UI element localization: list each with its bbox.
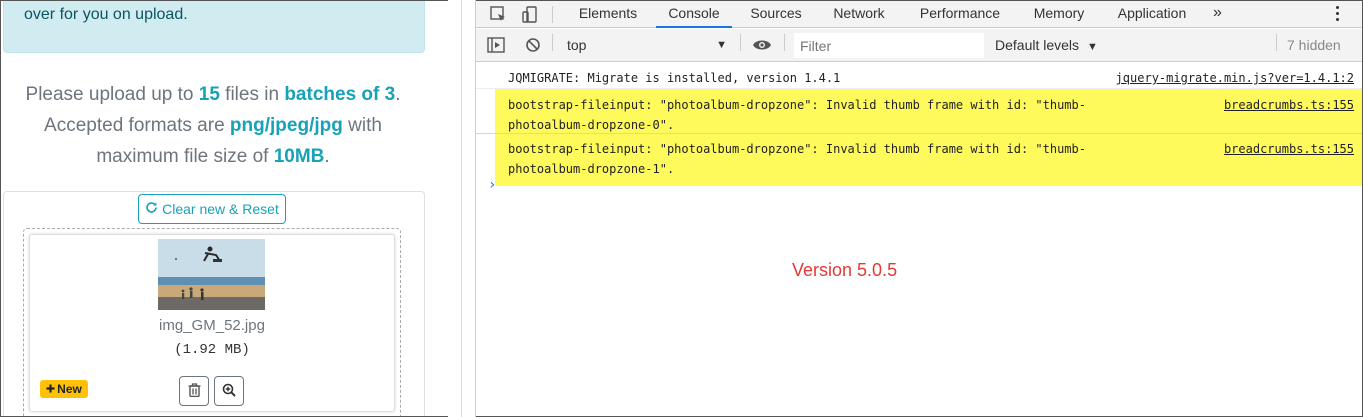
- console-filter-input[interactable]: [794, 33, 984, 58]
- console-message-source-link[interactable]: breadcrumbs.ts:155: [1224, 95, 1354, 115]
- upload-line-1-mid: files in: [219, 84, 285, 105]
- batch-size-text: batches of 3: [284, 84, 396, 105]
- hidden-messages-count: 7 hidden: [1287, 37, 1341, 53]
- upload-line-1-prefix: Please upload up to: [25, 84, 199, 105]
- tab-console[interactable]: Console: [656, 1, 732, 28]
- upload-line-2-end: with: [342, 115, 382, 136]
- console-prompt[interactable]: ›: [476, 177, 1362, 197]
- upload-line-1-end: .: [395, 84, 401, 105]
- upload-line-2: Accepted formats are png/jpeg/jpg with: [1, 110, 425, 141]
- thumbnail-file-size: (1.92 MB): [174, 342, 250, 358]
- clear-reset-label: Clear new & Reset: [162, 201, 279, 217]
- gutter-divider: [461, 0, 462, 417]
- info-alert-text: over for you on upload.: [24, 6, 188, 23]
- upload-page-panel: over for you on upload. Please upload up…: [0, 0, 448, 417]
- page-scroll-gutter: [448, 0, 476, 417]
- toolbar-separator: [1276, 34, 1277, 51]
- delete-file-button[interactable]: [179, 376, 209, 406]
- thumbnail-file-name: img_GM_52.jpg: [159, 317, 265, 334]
- toolbar-separator: [784, 34, 785, 51]
- console-message-source-link[interactable]: breadcrumbs.ts:155: [1224, 139, 1354, 159]
- tab-bar-separator: [552, 6, 553, 23]
- live-expression-eye-icon[interactable]: [752, 35, 772, 55]
- device-toolbar-icon[interactable]: [520, 4, 540, 24]
- upload-line-3: maximum file size of 10MB.: [1, 141, 425, 172]
- tab-network[interactable]: Network: [822, 1, 896, 28]
- console-message-text: bootstrap-fileinput: "photoalbum-dropzon…: [508, 98, 1086, 132]
- max-file-size: 10MB: [273, 146, 325, 167]
- console-toolbar: top ▼ Default levels ▼ 7 hidden: [476, 29, 1362, 62]
- info-alert: over for you on upload.: [3, 1, 425, 53]
- inspect-element-icon[interactable]: [488, 4, 508, 24]
- console-message-text: JQMIGRATE: Migrate is installed, version…: [508, 71, 841, 85]
- version-annotation: Version 5.0.5: [792, 260, 898, 280]
- tab-performance[interactable]: Performance: [908, 1, 1012, 28]
- zoom-in-icon: [222, 383, 236, 400]
- tab-elements[interactable]: Elements: [569, 1, 647, 28]
- trash-icon: [188, 382, 201, 400]
- clear-console-icon[interactable]: [523, 35, 543, 55]
- log-levels-dropdown[interactable]: Default levels ▼: [995, 33, 1098, 57]
- dropdown-caret-icon: ▼: [1086, 41, 1098, 53]
- toolbar-separator: [552, 34, 553, 51]
- thumbnail-image: [158, 239, 265, 310]
- upload-line-3-prefix: maximum file size of: [96, 146, 274, 167]
- more-options-icon[interactable]: [1334, 3, 1340, 25]
- dropdown-caret-icon: ▼: [716, 39, 727, 51]
- console-message: bootstrap-fileinput: "photoalbum-dropzon…: [476, 134, 1362, 178]
- toolbar-separator: [740, 34, 741, 51]
- tab-sources[interactable]: Sources: [743, 1, 809, 28]
- new-badge-label: New: [57, 382, 82, 396]
- clear-reset-button[interactable]: Clear new & Reset: [138, 194, 286, 224]
- tab-memory[interactable]: Memory: [1024, 1, 1094, 28]
- upload-line-2-prefix: Accepted formats are: [44, 115, 230, 136]
- prompt-chevron-icon: ›: [488, 177, 497, 193]
- tab-application[interactable]: Application: [1106, 1, 1198, 28]
- devtools-tab-bar: Elements Console Sources Network Perform…: [476, 1, 1362, 28]
- console-message: JQMIGRATE: Migrate is installed, version…: [476, 63, 1362, 89]
- console-message-source-link[interactable]: jquery-migrate.min.js?ver=1.4.1:2: [1116, 68, 1354, 88]
- upload-instructions: Please upload up to 15 files in batches …: [1, 79, 425, 172]
- plus-icon: [46, 382, 55, 396]
- new-badge: New: [40, 380, 88, 398]
- console-message-text: bootstrap-fileinput: "photoalbum-dropzon…: [508, 142, 1086, 176]
- max-files-count: 15: [198, 84, 220, 105]
- accepted-formats: png/jpeg/jpg: [229, 115, 343, 136]
- refresh-icon: [145, 201, 158, 217]
- context-selector-value: top: [567, 37, 587, 53]
- upload-line-3-end: .: [324, 146, 330, 167]
- more-tabs-button[interactable]: »: [1213, 1, 1222, 28]
- console-message: bootstrap-fileinput: "photoalbum-dropzon…: [476, 90, 1362, 134]
- upload-line-1: Please upload up to 15 files in batches …: [1, 79, 425, 110]
- devtools-panel: Elements Console Sources Network Perform…: [476, 0, 1363, 417]
- log-levels-label: Default levels: [995, 37, 1080, 53]
- context-selector[interactable]: top ▼: [561, 33, 733, 57]
- zoom-file-button[interactable]: [214, 376, 244, 406]
- console-output[interactable]: JQMIGRATE: Migrate is installed, version…: [476, 63, 1362, 417]
- show-sidebar-icon[interactable]: [486, 35, 506, 55]
